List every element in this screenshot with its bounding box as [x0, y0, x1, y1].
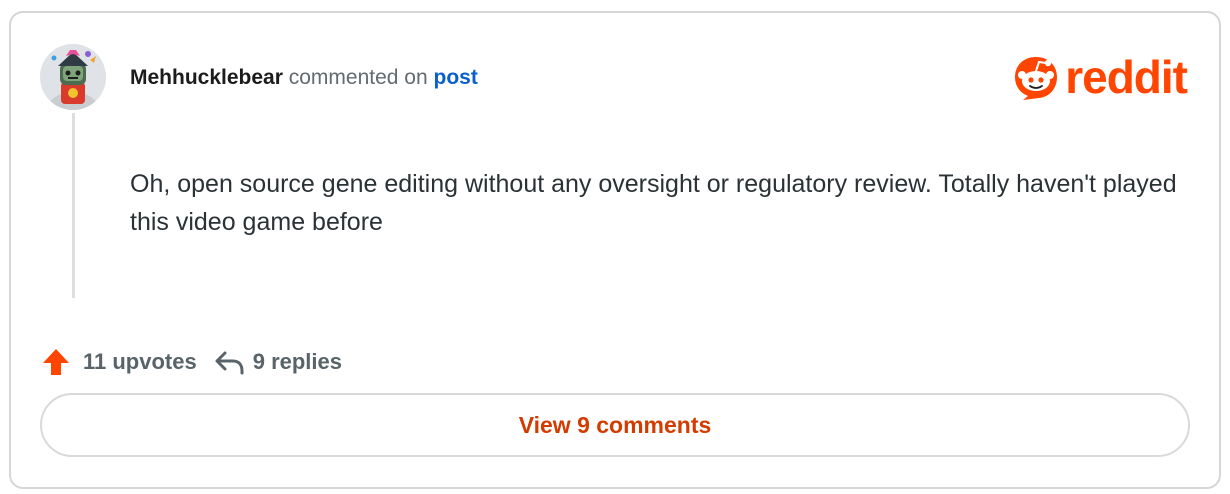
comment-header: Mehhucklebear commented on post [130, 65, 478, 91]
reply-arrow-icon[interactable] [213, 347, 245, 377]
reddit-snoo-icon [1015, 57, 1058, 100]
comment-body: Oh, open source gene editing without any… [130, 170, 1177, 236]
comment-footer: 11 upvotes 9 replies [41, 347, 342, 377]
upvote-arrow-icon[interactable] [41, 347, 71, 377]
view-comments-button[interactable]: View 9 comments [40, 393, 1190, 457]
action-text: commented on [288, 66, 428, 89]
username[interactable]: Mehhucklebear [130, 66, 283, 89]
comment-embed-card: Mehhucklebear commented on post reddit O… [9, 11, 1221, 489]
upvote-count: 11 upvotes [83, 349, 197, 374]
reddit-logo[interactable]: reddit [1011, 51, 1188, 103]
avatar[interactable] [40, 44, 106, 110]
post-link[interactable]: post [434, 66, 478, 89]
reddit-wordmark: reddit [1065, 51, 1188, 103]
avatar-image [40, 44, 106, 110]
thread-line [72, 113, 75, 298]
reply-count[interactable]: 9 replies [253, 349, 342, 375]
